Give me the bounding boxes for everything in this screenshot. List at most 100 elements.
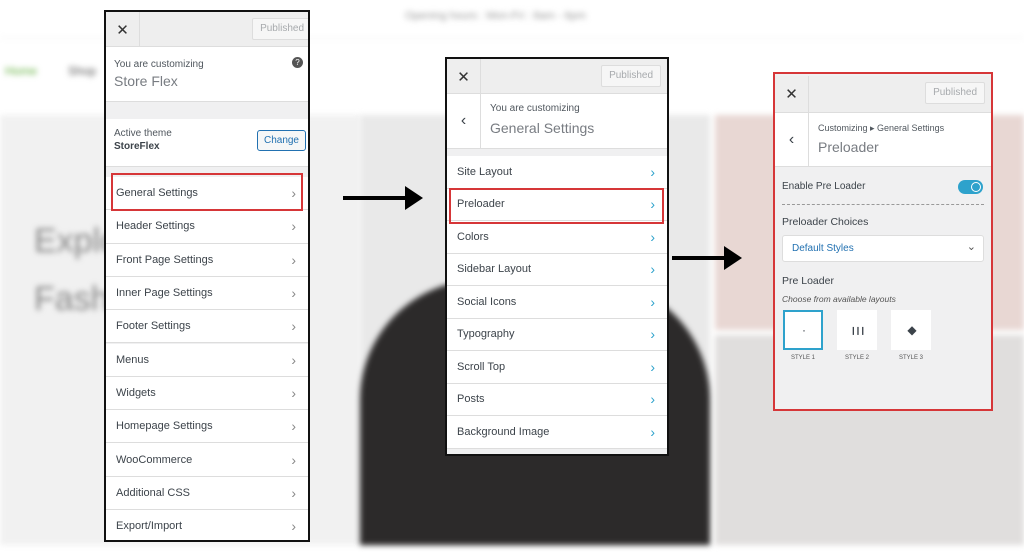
panel-header: ✕ Published: [447, 59, 667, 94]
section-title: Preloader: [818, 139, 879, 155]
chevron-right-icon: ›: [291, 518, 296, 535]
menu-item-label: Colors: [457, 230, 489, 243]
close-button[interactable]: ✕: [106, 12, 140, 47]
customizing-info: You are customizing Store Flex ?: [106, 47, 308, 102]
menu-item-label: Widgets: [116, 386, 156, 399]
background-nav-shop: Shop: [68, 64, 97, 78]
chevron-down-icon: ⌄: [966, 241, 976, 253]
chevron-right-icon: ›: [291, 384, 296, 401]
enable-preloader-toggle[interactable]: [958, 180, 983, 194]
preloader-label: Pre Loader: [782, 275, 834, 287]
back-button[interactable]: ‹: [775, 113, 809, 166]
change-theme-button[interactable]: Change: [256, 130, 306, 151]
menu-item-widgets[interactable]: Widgets ›: [106, 376, 308, 411]
menu-item-scroll-top[interactable]: Scroll Top ›: [447, 351, 667, 384]
menu-item-label: Menus: [116, 353, 150, 366]
menu-item-colors[interactable]: Colors ›: [447, 221, 667, 254]
menu-item-typography[interactable]: Typography ›: [447, 318, 667, 351]
menu-item-label: Scroll Top: [457, 360, 506, 373]
menu-item-label: Social Icons: [457, 295, 517, 308]
chevron-right-icon: ›: [650, 163, 655, 180]
chevron-right-icon: ›: [650, 358, 655, 375]
menu-item-label: Export/Import: [116, 520, 183, 533]
background-nav-home: Home: [5, 64, 38, 78]
background-topbar-text: Opening hours : Mon-Fri : 8am - 6pm: [405, 10, 586, 22]
customizer-panel-preloader: ✕ Published ‹ Customizing ▸ General Sett…: [773, 72, 993, 411]
menu-item-label: Homepage Settings: [116, 420, 213, 433]
section-title: General Settings: [490, 120, 595, 136]
preloader-style-option[interactable]: ❙❙❙ STYLE 2: [837, 310, 877, 361]
chevron-right-icon: ›: [650, 228, 655, 245]
select-value: Default Styles: [792, 243, 854, 254]
preloader-style-option[interactable]: · STYLE 1: [783, 310, 823, 361]
chevron-right-icon: ›: [291, 285, 296, 302]
menu-item-front-page-settings[interactable]: Front Page Settings ›: [106, 243, 308, 277]
chevron-right-icon: ›: [291, 418, 296, 435]
active-theme: Active theme StoreFlex Change: [106, 119, 308, 167]
menu-item-label: Additional CSS: [116, 486, 190, 499]
published-button[interactable]: Published: [925, 82, 985, 104]
style-label: STYLE 3: [898, 355, 923, 361]
panel-header: ✕ Published: [106, 12, 308, 47]
menu-item-label: Footer Settings: [116, 320, 191, 333]
published-button[interactable]: Published: [252, 18, 308, 40]
menu-item-woocommerce[interactable]: WooCommerce ›: [106, 443, 308, 477]
menu-item-label: Posts: [457, 393, 485, 406]
preloader-description: Choose from available layouts: [782, 294, 896, 304]
close-button[interactable]: ✕: [775, 76, 809, 112]
chevron-right-icon: ›: [650, 261, 655, 278]
section-header: ‹ Customizing ▸ General Settings Preload…: [775, 113, 991, 167]
section-header: ‹ You are customizing General Settings: [447, 94, 667, 149]
menu-item-header-settings[interactable]: Header Settings ›: [106, 210, 308, 244]
chevron-right-icon: ›: [650, 326, 655, 343]
customizer-panel-main: ✕ Published You are customizing Store Fl…: [104, 10, 310, 542]
menu-item-sidebar-layout[interactable]: Sidebar Layout ›: [447, 253, 667, 286]
menu-item-label: Header Settings: [116, 220, 195, 233]
menu-item-label: Site Layout: [457, 165, 513, 178]
arrow-right-icon: [343, 186, 423, 210]
menu-item-label: Inner Page Settings: [116, 287, 213, 300]
menu-item-additional-css[interactable]: Additional CSS ›: [106, 476, 308, 510]
menu-item-menus[interactable]: Menus ›: [106, 343, 308, 377]
chevron-right-icon: ›: [650, 391, 655, 408]
menu-item-social-icons[interactable]: Social Icons ›: [447, 286, 667, 319]
highlight-general-settings: [111, 173, 303, 211]
menu-item-label: WooCommerce: [116, 453, 193, 466]
customizer-panel-general: ✕ Published ‹ You are customizing Genera…: [445, 57, 669, 456]
menu-item-label: Front Page Settings: [116, 253, 214, 266]
preloader-style-option[interactable]: ◆ STYLE 3: [891, 310, 931, 361]
menu-item-inner-page-settings[interactable]: Inner Page Settings ›: [106, 276, 308, 311]
site-title: Store Flex: [114, 73, 178, 89]
preloader-choices-select[interactable]: Default Styles ⌄: [782, 235, 984, 262]
close-button[interactable]: ✕: [447, 59, 481, 94]
breadcrumb: Customizing ▸ General Settings: [818, 123, 945, 133]
panel-header: ✕ Published: [775, 76, 991, 113]
chevron-right-icon: ›: [291, 451, 296, 468]
chevron-right-icon: ›: [291, 318, 296, 335]
style-preview-icon: ❙❙❙: [837, 310, 877, 350]
back-button[interactable]: ‹: [447, 94, 481, 148]
style-label: STYLE 2: [844, 355, 869, 361]
help-icon[interactable]: ?: [292, 57, 303, 68]
menu-item-label: Typography: [457, 328, 515, 341]
menu-item-label: Background Image: [457, 425, 550, 438]
menu-item-label: Sidebar Layout: [457, 263, 531, 276]
chevron-right-icon: ›: [291, 351, 296, 368]
preloader-choices-label: Preloader Choices: [782, 216, 869, 228]
arrow-right-icon: [672, 246, 742, 270]
published-button[interactable]: Published: [601, 65, 661, 87]
menu-item-posts[interactable]: Posts ›: [447, 383, 667, 416]
menu-item-export-import[interactable]: Export/Import ›: [106, 510, 308, 540]
enable-preloader-label: Enable Pre Loader: [782, 181, 866, 192]
menu-item-site-layout[interactable]: Site Layout ›: [447, 156, 667, 189]
chevron-right-icon: ›: [650, 293, 655, 310]
chevron-right-icon: ›: [291, 251, 296, 268]
menu-item-background-image[interactable]: Background Image ›: [447, 416, 667, 449]
menu-item-homepage-settings[interactable]: Homepage Settings ›: [106, 410, 308, 444]
menu-item-footer-settings[interactable]: Footer Settings ›: [106, 310, 308, 344]
chevron-right-icon: ›: [291, 484, 296, 501]
customizing-label: You are customizing: [490, 103, 580, 114]
style-preview-icon: ·: [783, 310, 823, 350]
highlight-preloader: [449, 188, 664, 224]
style-preview-icon: ◆: [891, 310, 931, 350]
